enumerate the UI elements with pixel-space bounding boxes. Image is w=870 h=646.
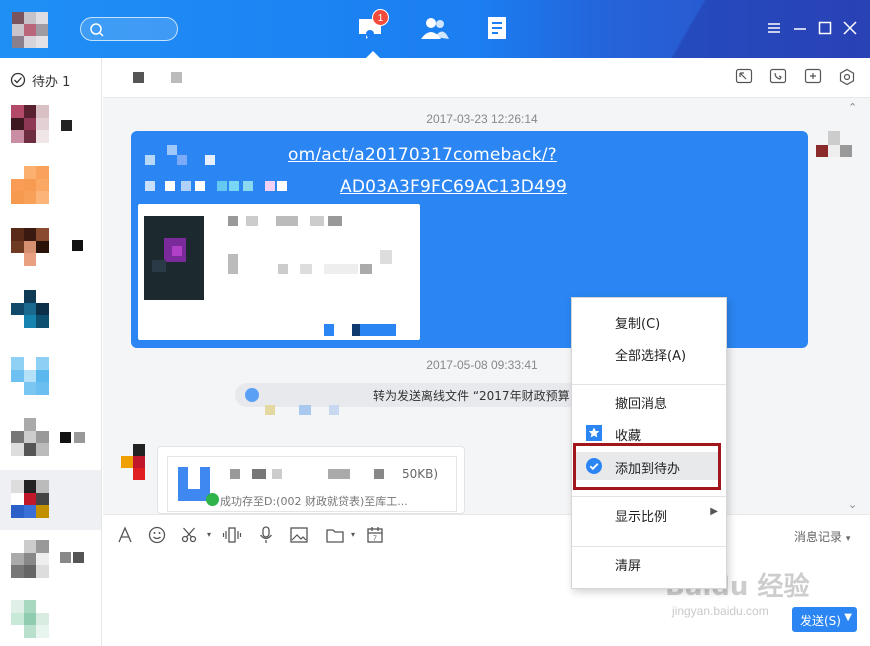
svg-text:7: 7 [373, 536, 377, 543]
menu-item-copy[interactable]: 复制(C) [572, 307, 726, 335]
peer-name-blur [171, 72, 182, 83]
maximize-icon[interactable] [817, 20, 833, 36]
sender-avatar [816, 131, 852, 157]
screenshot-dropdown-icon[interactable]: ▾ [199, 525, 219, 545]
system-notice: 转为发送离线文件 “2017年财政预算 [235, 383, 580, 415]
status-dot [61, 120, 72, 131]
add-member-icon[interactable] [804, 68, 822, 86]
file-message-bubble[interactable]: 50KB) 成功存至D:(002 财政就贷表)至库工... [157, 446, 465, 514]
status-dot [60, 432, 71, 443]
notice-text: 转为发送离线文件 “2017年财政预算 [373, 389, 570, 403]
status-dot [60, 552, 71, 563]
check-circle-icon [10, 72, 26, 88]
folder-dropdown-icon[interactable]: ▾ [343, 525, 363, 545]
menu-item-zoom[interactable]: 显示比例 ▶ [572, 500, 726, 528]
message-link-line-2[interactable]: AD03A3F9FC69AC13D499 [340, 177, 567, 197]
conversation-avatar[interactable] [11, 290, 49, 328]
mic-icon[interactable] [256, 525, 276, 545]
conversation-avatar[interactable] [11, 105, 49, 143]
todo-label: 待办 1 [32, 74, 71, 90]
search-icon [90, 23, 104, 37]
menu-separator [572, 546, 726, 547]
menu-item-label: 清屏 [615, 559, 642, 574]
peer-name-blur [133, 72, 144, 83]
menu-icon[interactable] [766, 20, 782, 36]
star-icon [586, 425, 602, 441]
search-box[interactable] [80, 17, 178, 41]
calendar-icon[interactable]: 7 [365, 525, 385, 545]
menu-item-label: 撤回消息 [615, 397, 668, 412]
phone-icon[interactable] [769, 68, 787, 86]
info-icon [245, 388, 259, 402]
conversation-avatar[interactable] [11, 166, 49, 204]
contacts-nav-icon[interactable] [420, 15, 450, 43]
menu-item-label: 显示比例 [615, 510, 668, 525]
conversation-avatar[interactable] [11, 418, 49, 456]
message-timestamp: 2017-05-08 09:33:41 [426, 358, 538, 372]
folder-icon[interactable] [325, 525, 345, 545]
conversation-avatar[interactable] [11, 600, 49, 638]
chevron-down-icon: ▾ [845, 534, 851, 544]
file-icon [178, 467, 210, 501]
file-card[interactable]: 50KB) 成功存至D:(002 财政就贷表)至库工... [167, 456, 457, 512]
menu-separator [572, 496, 726, 497]
chat-header [103, 58, 870, 98]
status-dot [74, 432, 85, 443]
check-badge-icon [206, 493, 219, 506]
conversation-avatar[interactable] [11, 480, 49, 518]
conversation-avatar[interactable] [11, 540, 49, 578]
docs-nav-icon[interactable] [484, 15, 514, 43]
close-icon[interactable] [842, 20, 858, 36]
menu-separator [572, 384, 726, 385]
menu-item-clear[interactable]: 清屏 [572, 549, 726, 577]
emoji-icon[interactable] [147, 525, 167, 545]
menu-item-label: 全部选择(A) [615, 349, 687, 364]
conversation-avatar[interactable] [11, 228, 49, 266]
conversation-avatar[interactable] [11, 357, 49, 395]
font-icon[interactable] [115, 525, 135, 545]
file-size: 50KB) [402, 467, 439, 481]
baidu-watermark-url: jingyan.baidu.com [672, 604, 769, 618]
chevron-down-icon[interactable]: ▼ [844, 612, 852, 623]
send-label: 发送(S) [800, 614, 841, 628]
scissors-icon[interactable] [180, 525, 200, 545]
active-tab-indicator [366, 51, 380, 58]
menu-item-recall[interactable]: 撤回消息 [572, 387, 726, 415]
todo-entry[interactable]: 待办 1 [10, 70, 70, 90]
unread-badge: 1 [372, 9, 389, 26]
message-link-line-1[interactable]: om/act/a20170317comeback/? [288, 145, 557, 165]
input-toolbar: ▾ ▾ 7 消息记录 ▾ [103, 514, 870, 554]
menu-item-label: 复制(C) [615, 317, 661, 332]
user-avatar[interactable] [12, 12, 48, 48]
link-preview-card[interactable] [138, 204, 420, 340]
status-dot [73, 552, 84, 563]
message-history-link[interactable]: 消息记录 ▾ [794, 528, 850, 545]
minimize-icon[interactable] [792, 20, 808, 36]
status-dot [72, 240, 83, 251]
menu-item-label: 收藏 [615, 429, 642, 444]
scroll-down-icon[interactable]: ⌄ [848, 498, 857, 511]
image-icon[interactable] [289, 525, 309, 545]
send-button[interactable]: 发送(S) ▼ [792, 607, 857, 632]
shake-icon[interactable] [222, 525, 242, 545]
file-save-path: 成功存至D:(002 财政就贷表)至库工... [220, 495, 408, 508]
scroll-up-icon[interactable]: ⌃ [848, 101, 857, 114]
share-screen-icon[interactable] [735, 68, 753, 86]
link-preview-image [144, 216, 204, 300]
settings-icon[interactable] [838, 68, 856, 86]
highlight-frame [573, 443, 721, 490]
menu-item-select-all[interactable]: 全部选择(A) [572, 339, 726, 367]
sender-avatar [119, 444, 145, 480]
message-timestamp: 2017-03-23 12:26:14 [426, 112, 538, 126]
chevron-right-icon: ▶ [710, 506, 718, 517]
history-label: 消息记录 [794, 530, 843, 544]
